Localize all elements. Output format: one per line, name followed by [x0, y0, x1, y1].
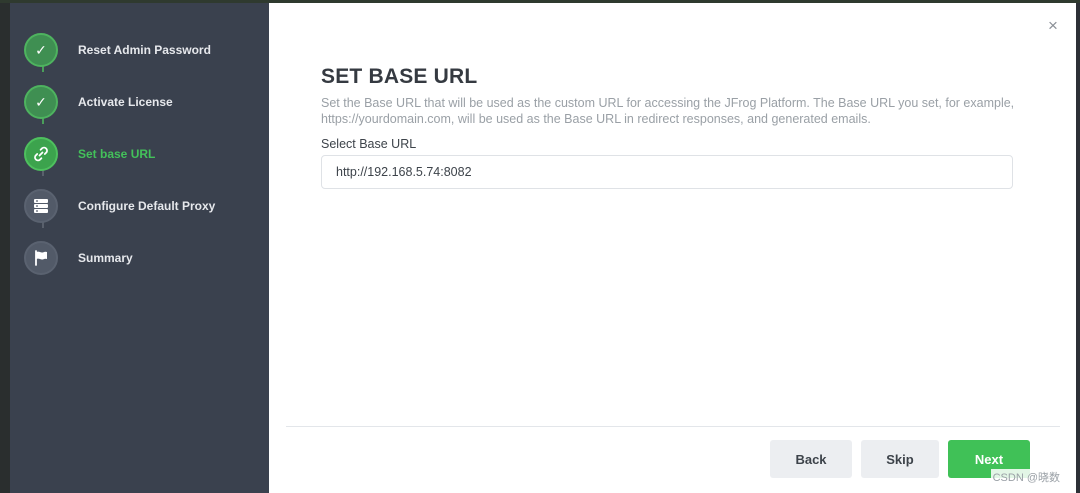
check-icon: ✓ — [24, 33, 58, 67]
step-activate-license[interactable]: ✓ Activate License — [24, 84, 264, 120]
wizard-steps-sidebar: ✓ Reset Admin Password ✓ Activate Licens… — [10, 3, 269, 493]
step-label: Summary — [78, 251, 133, 265]
step-configure-default-proxy[interactable]: Configure Default Proxy — [24, 188, 264, 224]
step-label: Configure Default Proxy — [78, 199, 216, 213]
step-label: Reset Admin Password — [78, 43, 211, 57]
step-set-base-url[interactable]: Set base URL — [24, 136, 264, 172]
background-app-edge — [0, 0, 10, 493]
step-reset-admin-password[interactable]: ✓ Reset Admin Password — [24, 32, 264, 68]
check-icon: ✓ — [24, 85, 58, 119]
step-summary[interactable]: Summary — [24, 240, 264, 276]
wizard-content-panel: × SET BASE URL Set the Base URL that wil… — [269, 3, 1076, 493]
page-description: Set the Base URL that will be used as th… — [321, 96, 1015, 126]
server-icon — [24, 189, 58, 223]
back-button[interactable]: Back — [770, 440, 852, 478]
step-label: Set base URL — [78, 147, 156, 161]
page-title: SET BASE URL — [321, 65, 478, 88]
base-url-input[interactable] — [321, 155, 1013, 189]
close-icon[interactable]: × — [1044, 17, 1062, 35]
base-url-label: Select Base URL — [321, 137, 417, 151]
footer-divider — [286, 426, 1060, 427]
flag-icon — [24, 241, 58, 275]
step-label: Activate License — [78, 95, 173, 109]
skip-button[interactable]: Skip — [861, 440, 939, 478]
link-icon — [24, 137, 58, 171]
watermark: CSDN @晓数 — [990, 469, 1062, 485]
